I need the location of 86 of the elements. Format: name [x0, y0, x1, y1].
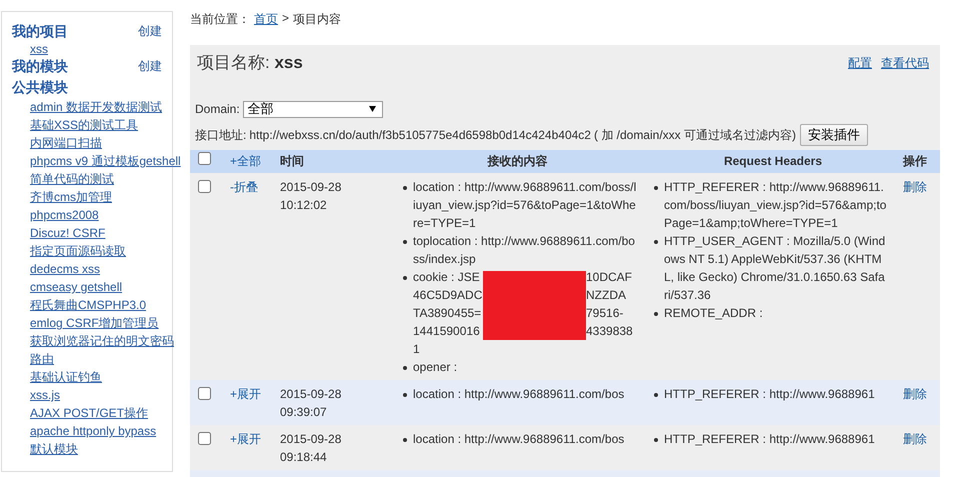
column-header: Request Headers [722, 153, 824, 170]
home-link[interactable]: 首页 [254, 11, 278, 31]
module-link[interactable]: xss.js [30, 386, 60, 404]
header-entry: REMOTE_ADDR : [664, 305, 764, 322]
section-title: 我的项目 [12, 22, 68, 40]
module-link[interactable]: 获取浏览器记住的明文密码 [30, 332, 174, 350]
module-link[interactable]: xss [30, 42, 48, 56]
time-cell-text: 2015-09-28 09:18:44 [279, 431, 342, 466]
checkbox[interactable] [198, 432, 211, 445]
module-link[interactable]: phpcms2008 [30, 206, 99, 224]
toggle-link[interactable]: -折叠 [222, 178, 272, 376]
column-header: 时间 [279, 153, 305, 170]
content-entry-part: NZZDA [586, 287, 627, 304]
header-entry: HTTP_REFERER : http://www.9688961 [664, 431, 876, 448]
domain-label: Domain: [195, 102, 240, 116]
column-header: 接收的内容 [486, 153, 548, 170]
time-cell-text: 2015-09-28 10:12:02 [279, 179, 342, 214]
content-entry-part: 1441590016 [413, 323, 481, 340]
caret-icon [368, 106, 376, 112]
header-entry: HTTP_REFERER : http://www.96889611.com/boss/liuyan_view.jsp?id=576&amp;toPage=1&amp;toWhere=TYPE=1 [664, 179, 888, 232]
module-link[interactable]: 齐博cms加管理 [30, 188, 112, 206]
section-title: 我的模块 [12, 58, 68, 76]
bullet-icon [403, 276, 407, 280]
install-plugin-button[interactable]: 安装插件 [800, 124, 868, 146]
bullet-icon [403, 393, 407, 397]
api-note: ( 加 /domain/xxx 可通过域名过滤内容) [594, 126, 796, 144]
checkbox[interactable] [198, 152, 211, 165]
content-entry: location : http://www.96889611.com/bos [413, 431, 626, 448]
bullet-icon [403, 186, 407, 190]
toggle-link[interactable]: +展开 [222, 385, 272, 421]
breadcrumb-label: 当前位置： [190, 11, 250, 28]
content-entry: location : http://www.96889611.com/bos [413, 386, 626, 403]
bullet-icon [654, 438, 658, 442]
delete-link[interactable]: 删除 [895, 432, 927, 446]
checkbox[interactable] [198, 180, 211, 193]
project-title: 项目名称: xss [197, 52, 303, 74]
create-link[interactable]: 创建 [138, 58, 162, 75]
bullet-icon [403, 438, 407, 442]
content-entry-part: cookie : JSE [413, 269, 481, 286]
delete-link[interactable]: 删除 [895, 180, 927, 194]
module-link[interactable]: 基础XSS的测试工具 [30, 116, 138, 134]
module-link[interactable]: 程氏舞曲CMSPHP3.0 [30, 296, 146, 314]
checkbox[interactable] [198, 387, 211, 400]
toggle-link[interactable]: +展开 [222, 430, 272, 466]
content-entry-part: 10DCAF [586, 269, 634, 286]
action-link[interactable]: 查看代码 [881, 55, 929, 91]
content-entry-part: 46C5D9ADC [413, 287, 483, 304]
module-link[interactable]: phpcms v9 通过模板getshell [30, 152, 181, 170]
module-link[interactable]: dedecms xss [30, 260, 100, 278]
expand-all-link[interactable]: +全部 [222, 150, 272, 173]
bullet-icon [403, 240, 407, 244]
header-entry: HTTP_USER_AGENT : Mozilla/5.0 (Windows NT 5.1) AppleWebKit/537.36 (KHTML, like Gecko) Chrome/31.0.1650.63 Safari/537.36 [664, 233, 886, 304]
bullet-icon [654, 240, 658, 244]
module-link[interactable]: 路由 [30, 350, 54, 368]
module-link[interactable]: 内网端口扫描 [30, 134, 102, 152]
breadcrumb-separator: > [282, 11, 290, 27]
delete-link[interactable]: 删除 [895, 387, 927, 401]
api-url: http://webxss.cn/do/auth/f3b5105775e4d6598b0d14c424b404c2 [249, 128, 591, 142]
domain-select[interactable]: 全部 [242, 100, 383, 118]
bullet-icon [654, 186, 658, 190]
module-link[interactable]: emlog CSRF增加管理员 [30, 314, 159, 332]
content-entry-part: 79516- [586, 305, 624, 322]
module-link[interactable]: AJAX POST/GET操作 [30, 404, 148, 422]
module-link[interactable]: 基础认证钓鱼 [30, 368, 102, 386]
content-entry-part: TA3890455= [413, 305, 482, 322]
bullet-icon [403, 366, 407, 370]
content-entry-part: 4339838 [586, 323, 634, 340]
bullet-icon [654, 312, 658, 316]
action-link[interactable]: 配置 [848, 55, 872, 91]
api-label: 接口地址: [195, 126, 246, 144]
time-cell-text: 2015-09-28 09:39:07 [279, 386, 342, 421]
module-link[interactable]: admin 数据开发数据测试 [30, 98, 162, 116]
content-entry: opener : [413, 359, 458, 376]
column-header: 操作 [902, 153, 928, 170]
create-link[interactable]: 创建 [138, 23, 162, 40]
module-link[interactable]: 简单代码的测试 [30, 170, 114, 188]
module-link[interactable]: 指定页面源码读取 [30, 242, 126, 260]
content-entry-part: 1 [413, 341, 421, 358]
module-link[interactable]: apache httponly bypass [30, 422, 156, 440]
module-link[interactable]: cmseasy getshell [30, 278, 122, 296]
module-link[interactable]: Discuz! CSRF [30, 224, 106, 242]
bullet-icon [654, 393, 658, 397]
section-title: 公共模块 [12, 78, 68, 96]
module-link[interactable]: 默认模块 [30, 440, 78, 458]
breadcrumb-current: 项目内容 [293, 11, 342, 28]
header-entry: HTTP_REFERER : http://www.9688961 [664, 386, 876, 403]
